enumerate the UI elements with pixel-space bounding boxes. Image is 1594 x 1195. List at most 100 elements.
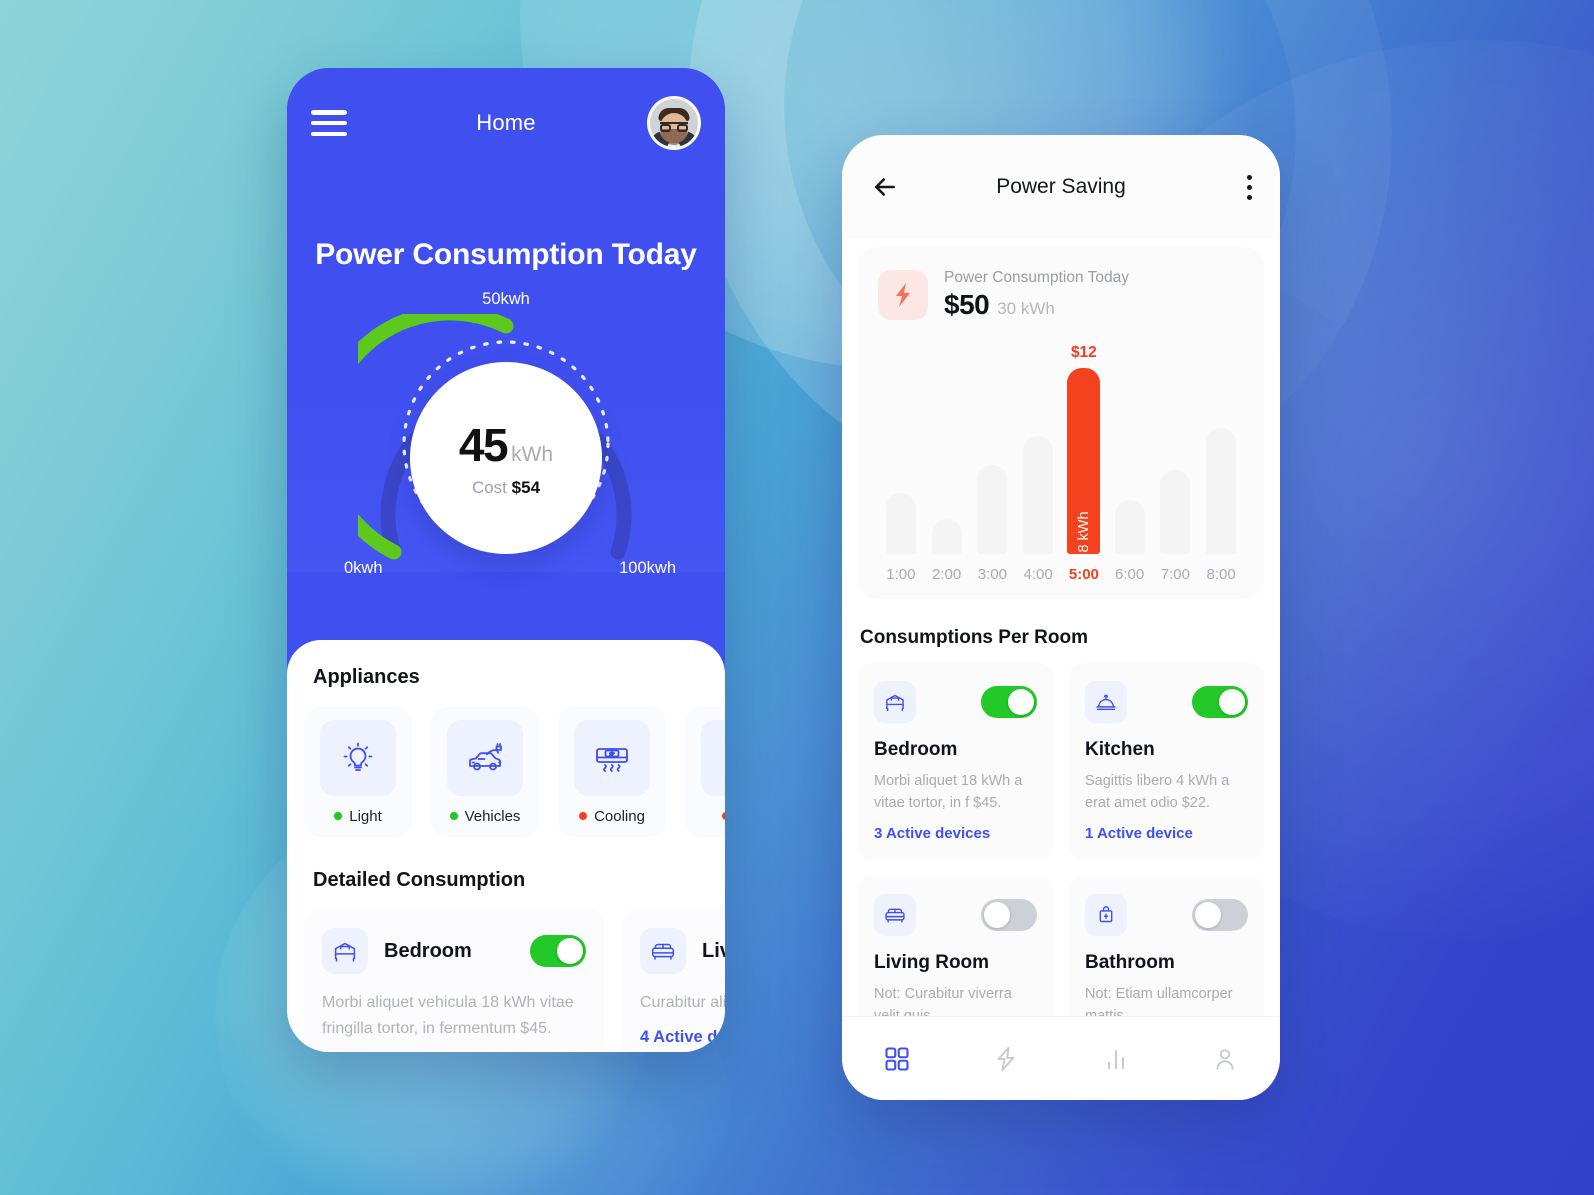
bar[interactable] <box>1023 436 1054 554</box>
bar-column[interactable] <box>878 339 924 554</box>
room-description: Curabitur ali placerat torto <box>640 994 725 1011</box>
nav-item-profile[interactable] <box>1171 1045 1281 1073</box>
chart-amount: $50 <box>944 289 990 320</box>
bar-column[interactable] <box>970 339 1016 554</box>
electric-car-icon <box>447 719 523 796</box>
room-toggle[interactable] <box>981 686 1037 718</box>
status-dot <box>721 812 725 820</box>
bar[interactable] <box>931 519 962 554</box>
appliance-icon <box>701 719 725 796</box>
appliances-list[interactable]: Light Vehicles Cooling <box>287 707 725 837</box>
bar-highlighted[interactable]: 8 kWh <box>1067 368 1101 554</box>
detail-room-card-living-room[interactable]: Livi Curabitur ali placerat torto 4 Acti… <box>622 908 725 1052</box>
gauge-cost-value: $54 <box>511 478 541 497</box>
bar[interactable] <box>1160 470 1191 554</box>
x-axis-tick: 1:00 <box>886 566 916 583</box>
person-profile-icon <box>1216 1048 1234 1070</box>
room-card-kitchen[interactable]: Kitchen Sagittis libero 4 kWh a erat ame… <box>1069 663 1264 860</box>
x-axis-tick: 2:00 <box>932 566 962 583</box>
gauge-value: 45 <box>458 419 509 471</box>
bar-column[interactable]: $12 8 kWh <box>1061 339 1107 554</box>
rooms-grid[interactable]: Bedroom Morbi aliquet 18 kWh a vitae tor… <box>842 663 1280 1046</box>
room-toggle[interactable] <box>530 935 586 967</box>
nav-item-power[interactable] <box>952 1044 1062 1074</box>
room-active-devices[interactable]: 3 Active devices <box>874 825 1037 842</box>
bar-chart[interactable]: $12 8 kWh <box>878 339 1244 554</box>
room-name: Kitchen <box>1085 739 1155 760</box>
bar[interactable] <box>1114 500 1145 554</box>
bar-chart-icon <box>1107 1049 1124 1069</box>
bar-inline-label: 8 kWh <box>1075 511 1092 553</box>
bar-column[interactable] <box>1107 339 1153 554</box>
room-name: Livi <box>702 939 725 962</box>
content-sheet: Appliances Light Vehicles Cooling Detail… <box>287 640 725 1052</box>
bar[interactable] <box>885 493 916 554</box>
bar-chart-x-axis: 1:00 2:00 3:00 4:00 5:00 6:00 7:00 8:00 <box>878 566 1244 583</box>
status-dot <box>334 812 343 820</box>
bed-icon <box>874 681 916 723</box>
chart-energy: 30 kWh <box>997 299 1055 318</box>
food-cloche-icon <box>1085 681 1127 723</box>
home-screen-phone: Home Power Consumption Today 50kwh 0kwh … <box>287 68 725 1052</box>
appliance-card-cooling[interactable]: Cooling <box>558 707 666 837</box>
x-axis-tick: 4:00 <box>1023 566 1053 583</box>
gauge-center-readout: 45 kWh Cost $54 <box>410 362 602 554</box>
power-saving-phone: Power Saving Power Consumption Today $50… <box>842 135 1280 1100</box>
bar-column[interactable] <box>1153 339 1199 554</box>
room-toggle[interactable] <box>1192 898 1248 931</box>
page-background <box>0 0 1594 1195</box>
chart-subtitle: Power Consumption Today <box>944 269 1129 286</box>
rooms-heading: Consumptions Per Room <box>860 627 1089 648</box>
x-axis-tick: 6:00 <box>1115 566 1145 583</box>
lightning-bolt-icon <box>997 1046 1015 1071</box>
grid-dashboard-icon <box>885 1046 909 1071</box>
nav-item-dashboard[interactable] <box>842 1045 952 1073</box>
kebab-menu-icon[interactable] <box>1247 174 1252 200</box>
x-axis-tick: 5:00 <box>1068 566 1099 583</box>
appliance-card-partial[interactable]: Co <box>685 707 725 837</box>
bar-column[interactable] <box>924 339 970 554</box>
hamburger-menu-icon[interactable] <box>311 110 347 136</box>
appliance-label: Cooling <box>594 807 645 825</box>
consumption-chart-card: Power Consumption Today $50 30 kWh $12 8 … <box>858 247 1264 599</box>
detailed-consumption-list[interactable]: Bedroom Morbi aliquet vehicula 18 kWh vi… <box>287 908 725 1052</box>
hero-title: Power Consumption Today <box>315 238 697 271</box>
avatar[interactable] <box>647 96 701 150</box>
top-bar: Home <box>287 68 725 178</box>
detailed-consumption-heading: Detailed Consumption <box>313 869 526 891</box>
bar[interactable] <box>977 465 1008 554</box>
gauge-cost-label: Cost <box>471 478 507 497</box>
room-description: Morbi aliquet 18 kWh a vitae tortor, in … <box>874 773 1023 812</box>
room-card-bedroom[interactable]: Bedroom Morbi aliquet 18 kWh a vitae tor… <box>858 663 1053 860</box>
nav-item-stats[interactable] <box>1061 1045 1171 1073</box>
detail-room-card-bedroom[interactable]: Bedroom Morbi aliquet vehicula 18 kWh vi… <box>304 908 604 1052</box>
sofa-icon <box>640 928 686 974</box>
room-toggle[interactable] <box>1192 686 1248 718</box>
room-active-devices[interactable]: 1 Active device <box>1085 825 1248 842</box>
room-toggle[interactable] <box>981 898 1037 931</box>
room-description: Morbi aliquet vehicula 18 kWh vitae frin… <box>322 994 574 1037</box>
gauge-unit: kWh <box>511 443 554 466</box>
room-active-devices[interactable]: 4 Active de <box>640 1028 725 1047</box>
bar-column[interactable] <box>1015 339 1061 554</box>
lightning-bolt-icon <box>878 270 928 320</box>
power-saving-top-bar: Power Saving <box>842 135 1280 239</box>
bottom-navigation[interactable] <box>842 1016 1280 1100</box>
appliance-label: Light <box>349 807 382 825</box>
appliance-card-light[interactable]: Light <box>304 707 412 837</box>
bar-column[interactable] <box>1198 339 1244 554</box>
status-dot <box>449 812 458 820</box>
sofa-icon <box>874 893 916 936</box>
appliance-card-vehicles[interactable]: Vehicles <box>431 707 539 837</box>
appliance-label: Vehicles <box>464 807 521 825</box>
bed-icon <box>322 928 368 974</box>
shower-icon <box>1085 893 1127 936</box>
page-title: Power Saving <box>996 175 1126 198</box>
back-arrow-icon[interactable] <box>870 172 900 202</box>
x-axis-tick: 8:00 <box>1206 566 1236 583</box>
room-description: Sagittis libero 4 kWh a erat amet odio $… <box>1085 773 1230 812</box>
status-dot <box>579 812 588 820</box>
lightbulb-icon <box>320 719 396 796</box>
gauge-max-top-label: 50kwh <box>482 290 530 308</box>
bar[interactable] <box>1206 428 1237 554</box>
